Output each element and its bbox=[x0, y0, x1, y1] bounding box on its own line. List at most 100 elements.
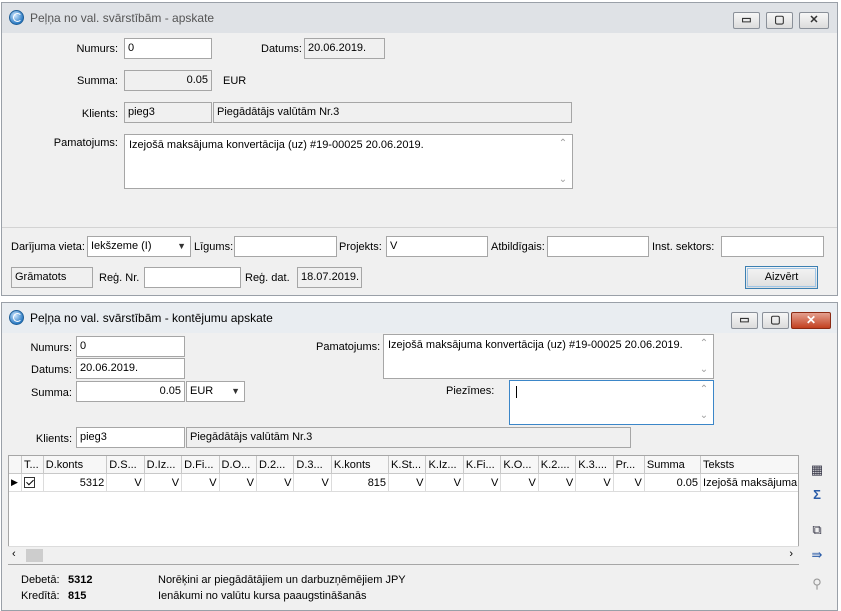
klients-label: Klients: bbox=[81, 108, 118, 120]
column-header[interactable]: K.O... bbox=[500, 456, 539, 474]
summa-label: Summa: bbox=[77, 75, 118, 87]
summa-label: Summa: bbox=[31, 387, 72, 399]
numurs-field[interactable]: 0 bbox=[124, 38, 212, 59]
grid-cell[interactable]: V bbox=[293, 473, 332, 492]
column-header[interactable]: D.Iz... bbox=[144, 456, 183, 474]
inst-sektors-field[interactable] bbox=[721, 236, 824, 257]
reg-dat-label: Reģ. dat. bbox=[245, 272, 290, 284]
close-window-button[interactable]: ✕ bbox=[799, 12, 829, 29]
scroll-thumb[interactable] bbox=[26, 549, 43, 562]
close-window-button[interactable]: ✕ bbox=[791, 312, 831, 329]
column-header[interactable]: K.3.... bbox=[575, 456, 614, 474]
datums-field[interactable]: 20.06.2019. bbox=[76, 358, 185, 379]
grid-cell[interactable]: V bbox=[500, 473, 539, 492]
scroll-down-icon[interactable]: ⌄ bbox=[696, 364, 712, 375]
grid-cell[interactable]: V bbox=[144, 473, 183, 492]
scroll-left-icon[interactable]: ‹ bbox=[12, 548, 16, 560]
reg-nr-field[interactable] bbox=[144, 267, 241, 288]
grid-cell[interactable]: V bbox=[575, 473, 614, 492]
column-header[interactable]: Pr... bbox=[613, 456, 645, 474]
column-header[interactable]: T... bbox=[21, 456, 44, 474]
summa-field[interactable]: 0.05 bbox=[76, 381, 185, 402]
column-header[interactable]: D.Fi... bbox=[181, 456, 220, 474]
row-indicator-header bbox=[9, 456, 22, 474]
datums-label: Datums: bbox=[261, 43, 302, 55]
pamatojums-text: Izejošā maksājuma konvertācija (uz) #19-… bbox=[388, 339, 683, 351]
column-header[interactable]: D.3... bbox=[293, 456, 332, 474]
scroll-up-icon[interactable]: ⌃ bbox=[696, 384, 712, 395]
column-header[interactable]: Teksts bbox=[700, 456, 798, 474]
grid-cell[interactable]: 0.05 bbox=[644, 473, 702, 492]
scroll-down-icon[interactable]: ⌄ bbox=[696, 410, 712, 421]
ligums-field[interactable] bbox=[234, 236, 337, 257]
memo-scrollbar[interactable]: ⌃ ⌄ bbox=[696, 382, 712, 423]
column-header[interactable]: Summa bbox=[644, 456, 702, 474]
grid-cell[interactable]: V bbox=[463, 473, 502, 492]
grid-cell[interactable]: 815 bbox=[331, 473, 390, 492]
kredita-description: Ienākumi no valūtu kursa paaugstināšanās bbox=[158, 590, 367, 602]
grid-cell[interactable]: V bbox=[256, 473, 295, 492]
scroll-right-icon[interactable]: › bbox=[789, 548, 793, 560]
column-header[interactable]: D.O... bbox=[219, 456, 257, 474]
currency-select[interactable]: EUR ▼ bbox=[186, 381, 245, 402]
grid-cell[interactable]: V bbox=[538, 473, 577, 492]
maximize-button[interactable]: ▢ bbox=[766, 12, 793, 29]
table-row[interactable]: ▶ 5312 V V V V V V 815 V V V V V V V 0.05 Izejošā maksāju… bbox=[9, 473, 798, 492]
pamatojums-text: Izejošā maksājuma konvertācija (uz) #19-… bbox=[129, 139, 424, 151]
column-header[interactable]: K.konts bbox=[331, 456, 390, 474]
grid-cell[interactable]: V bbox=[181, 473, 220, 492]
window-titlebar[interactable]: Peļņa no val. svārstībām - apskate ▭ ▢ ✕ bbox=[2, 3, 837, 33]
ligums-label: Līgums: bbox=[194, 241, 234, 253]
klients-name-field: Piegādātājs valūtām Nr.3 bbox=[213, 102, 572, 123]
export-icon[interactable]: ⇛ bbox=[808, 546, 826, 564]
memo-scrollbar[interactable]: ⌃ ⌄ bbox=[696, 336, 712, 377]
projekts-field[interactable]: V bbox=[386, 236, 488, 257]
minimize-icon: ▭ bbox=[739, 314, 750, 326]
scroll-up-icon[interactable]: ⌃ bbox=[696, 338, 712, 349]
darijuma-vieta-select[interactable]: Iekšzeme (I) ▼ bbox=[87, 236, 191, 257]
column-settings-icon[interactable]: ▦ bbox=[808, 461, 826, 479]
column-header[interactable]: D.S... bbox=[106, 456, 145, 474]
minimize-button[interactable]: ▭ bbox=[733, 12, 760, 29]
grid-cell[interactable]: V bbox=[388, 473, 427, 492]
sum-icon[interactable]: Σ bbox=[808, 486, 826, 504]
piezimes-memo[interactable]: ⌃ ⌄ bbox=[509, 380, 714, 425]
copy-rows-icon[interactable]: ⧉ bbox=[808, 521, 826, 539]
grid-cell[interactable]: 5312 bbox=[43, 473, 108, 492]
grid-cell[interactable]: V bbox=[219, 473, 257, 492]
grid-cell[interactable]: V bbox=[613, 473, 645, 492]
transfer-checkbox[interactable] bbox=[21, 473, 44, 492]
aizvert-button[interactable]: Aizvērt bbox=[745, 266, 818, 289]
column-header[interactable]: D.2... bbox=[256, 456, 295, 474]
scroll-up-icon[interactable]: ⌃ bbox=[555, 138, 571, 149]
search-icon[interactable]: ⚲ bbox=[808, 575, 826, 593]
reg-dat-field: 18.07.2019. bbox=[297, 267, 362, 288]
minimize-icon: ▭ bbox=[741, 14, 752, 26]
klients-code-field: pieg3 bbox=[124, 102, 212, 123]
grid-cell[interactable]: Izejošā maksājuma ... bbox=[700, 473, 798, 492]
numurs-field[interactable]: 0 bbox=[76, 336, 185, 357]
status-badge: Grāmatots bbox=[11, 267, 93, 288]
pamatojums-memo[interactable]: Izejošā maksājuma konvertācija (uz) #19-… bbox=[124, 134, 573, 189]
pamatojums-memo[interactable]: Izejošā maksājuma konvertācija (uz) #19-… bbox=[383, 334, 714, 379]
grid-table[interactable]: T... D.konts D.S... D.Iz... D.Fi... D.O... D.2… bbox=[9, 456, 798, 492]
grid-cell[interactable]: V bbox=[425, 473, 464, 492]
numurs-label: Numurs: bbox=[30, 342, 72, 354]
window-titlebar[interactable]: Peļņa no val. svārstībām - kontējumu aps… bbox=[2, 303, 837, 333]
minimize-button[interactable]: ▭ bbox=[731, 312, 758, 329]
column-header[interactable]: K.2.... bbox=[538, 456, 577, 474]
projekts-label: Projekts: bbox=[339, 241, 382, 253]
checkbox-checked-icon[interactable] bbox=[23, 477, 35, 489]
atbildigais-field[interactable] bbox=[547, 236, 649, 257]
column-header[interactable]: K.St... bbox=[388, 456, 427, 474]
memo-scrollbar[interactable]: ⌃ ⌄ bbox=[555, 136, 571, 187]
scroll-down-icon[interactable]: ⌄ bbox=[555, 174, 571, 185]
column-header[interactable]: D.konts bbox=[43, 456, 108, 474]
debeta-description: Norēķini ar piegādātājiem un darbuzņēmēj… bbox=[158, 574, 406, 586]
column-header[interactable]: K.Iz... bbox=[425, 456, 464, 474]
horizontal-scrollbar[interactable]: ‹ › bbox=[8, 546, 799, 564]
maximize-button[interactable]: ▢ bbox=[762, 312, 789, 329]
column-header[interactable]: K.Fi... bbox=[463, 456, 502, 474]
grid-cell[interactable]: V bbox=[106, 473, 145, 492]
klients-code-field[interactable]: pieg3 bbox=[76, 427, 185, 448]
